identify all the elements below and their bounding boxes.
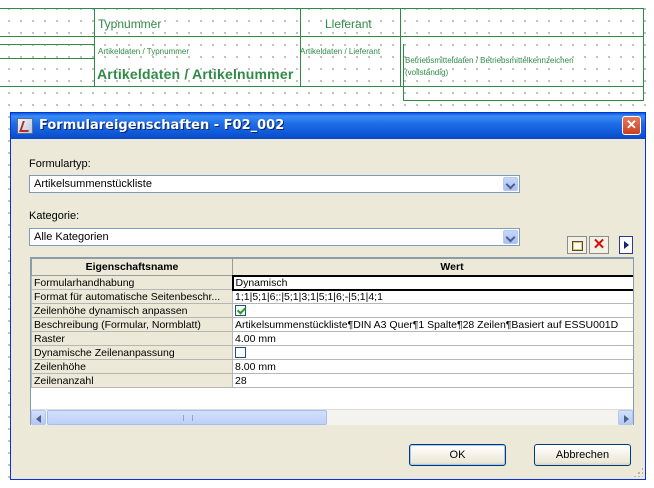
property-value[interactable]: 1;1|5;1|6;:|5;1|3;1|5;1|6;-|5;1|4;1 [232, 289, 633, 304]
property-value[interactable] [232, 303, 633, 318]
close-button[interactable]: ✕ [622, 116, 641, 135]
property-name[interactable]: Zeilenhöhe [31, 359, 233, 374]
property-name[interactable]: Dynamische Zeilenanpassung [31, 345, 233, 360]
tb-line [643, 8, 644, 100]
column-header-name[interactable]: Eigenschaftsname [31, 258, 233, 276]
tb-line [400, 8, 401, 86]
property-value[interactable] [232, 345, 633, 360]
scroll-right-icon[interactable] [618, 410, 633, 425]
resize-grip-icon[interactable] [633, 467, 643, 477]
artikeldaten-typnummer-label: Artikeldaten / Typnummer [98, 47, 190, 56]
property-value[interactable]: 8.00 mm [232, 359, 633, 374]
scrollbar-thumb[interactable] [47, 410, 327, 425]
property-name[interactable]: Formularhandhabung [31, 275, 233, 290]
chevron-down-icon[interactable] [503, 230, 518, 244]
table-row[interactable]: Zeilenanzahl 28 [31, 373, 633, 388]
lieferant-label: Lieferant [325, 17, 372, 31]
vollstaendig-label: (vollständig) [405, 68, 449, 77]
ok-button[interactable]: OK [409, 444, 506, 466]
kategorie-value: Alle Kategorien [34, 231, 109, 243]
tb-line [403, 100, 644, 101]
artikeldaten-artikelnummer-label: Artikeldaten / Artikelnummer [97, 66, 294, 82]
dialog-title: Formulareigenschaften - F02_002 [39, 118, 285, 133]
property-name[interactable]: Zeilenanzahl [31, 373, 233, 388]
property-name[interactable]: Format für automatische Seitenbeschr... [31, 289, 233, 304]
tb-line [0, 86, 644, 87]
formulartyp-select[interactable]: Artikelsummenstückliste [29, 175, 520, 193]
tb-line [0, 44, 95, 45]
table-row[interactable]: Zeilenhöhe 8.00 mm [31, 359, 633, 374]
cancel-button[interactable]: Abbrechen [534, 444, 631, 466]
property-name[interactable]: Raster [31, 331, 233, 346]
table-row[interactable]: Zeilenhöhe dynamisch anpassen [31, 303, 633, 318]
column-header-value[interactable]: Wert [232, 258, 633, 276]
scroll-left-icon[interactable] [31, 410, 46, 425]
form-properties-dialog: Formulareigenschaften - F02_002 ✕ Formul… [10, 112, 646, 480]
formulartyp-value: Artikelsummenstückliste [34, 178, 152, 190]
dialog-titlebar[interactable]: Formulareigenschaften - F02_002 ✕ [11, 113, 645, 139]
tb-line [0, 36, 644, 37]
property-grid: Eigenschaftsname Wert Formularhandhabung… [30, 257, 634, 425]
property-value[interactable]: 28 [232, 373, 633, 388]
checkbox-unchecked[interactable] [235, 347, 246, 359]
kategorie-select[interactable]: Alle Kategorien [29, 228, 520, 246]
formulartyp-label: Formulartyp: [29, 158, 91, 170]
tb-line [403, 44, 404, 100]
kategorie-label: Kategorie: [29, 210, 80, 222]
property-table: Eigenschaftsname Wert Formularhandhabung… [31, 258, 633, 388]
table-row[interactable]: Dynamische Zeilenanpassung [31, 345, 633, 360]
table-row[interactable]: Format für automatische Seitenbeschr... … [31, 289, 633, 304]
tb-line [94, 8, 95, 86]
tb-line [0, 58, 95, 59]
new-row-icon[interactable] [567, 236, 587, 254]
checkbox-checked[interactable] [235, 305, 246, 317]
arrow-right-icon[interactable] [619, 236, 633, 254]
artikeldaten-lieferant-label: Artikeldaten / Lieferant [300, 47, 381, 56]
delete-icon[interactable]: ✕ [589, 236, 609, 254]
horizontal-scrollbar[interactable] [31, 409, 633, 425]
property-value[interactable]: 4.00 mm [232, 331, 633, 346]
property-name[interactable]: Zeilenhöhe dynamisch anpassen [31, 303, 233, 318]
form-properties-icon [17, 118, 33, 134]
table-row[interactable]: Beschreibung (Formular, Normblatt) Artik… [31, 317, 633, 332]
typnummer-label: Typnummer [98, 17, 162, 31]
property-name[interactable]: Beschreibung (Formular, Normblatt) [31, 317, 233, 332]
background-title-block: Typnummer Lieferant Artikeldaten / Typnu… [0, 0, 654, 112]
table-row[interactable]: Raster 4.00 mm [31, 331, 633, 346]
betriebsmitteldaten-label: Betriebsmitteldaten / Betriebsmittelkenn… [405, 56, 574, 65]
table-row[interactable]: Formularhandhabung Dynamisch [31, 274, 633, 291]
property-value-input[interactable]: Dynamisch [231, 274, 633, 291]
grid-header-row: Eigenschaftsname Wert [31, 258, 633, 276]
chevron-down-icon[interactable] [503, 177, 518, 191]
property-value[interactable]: Artikelsummenstückliste¶DIN A3 Quer¶1 Sp… [232, 317, 633, 332]
tb-line [0, 8, 644, 9]
